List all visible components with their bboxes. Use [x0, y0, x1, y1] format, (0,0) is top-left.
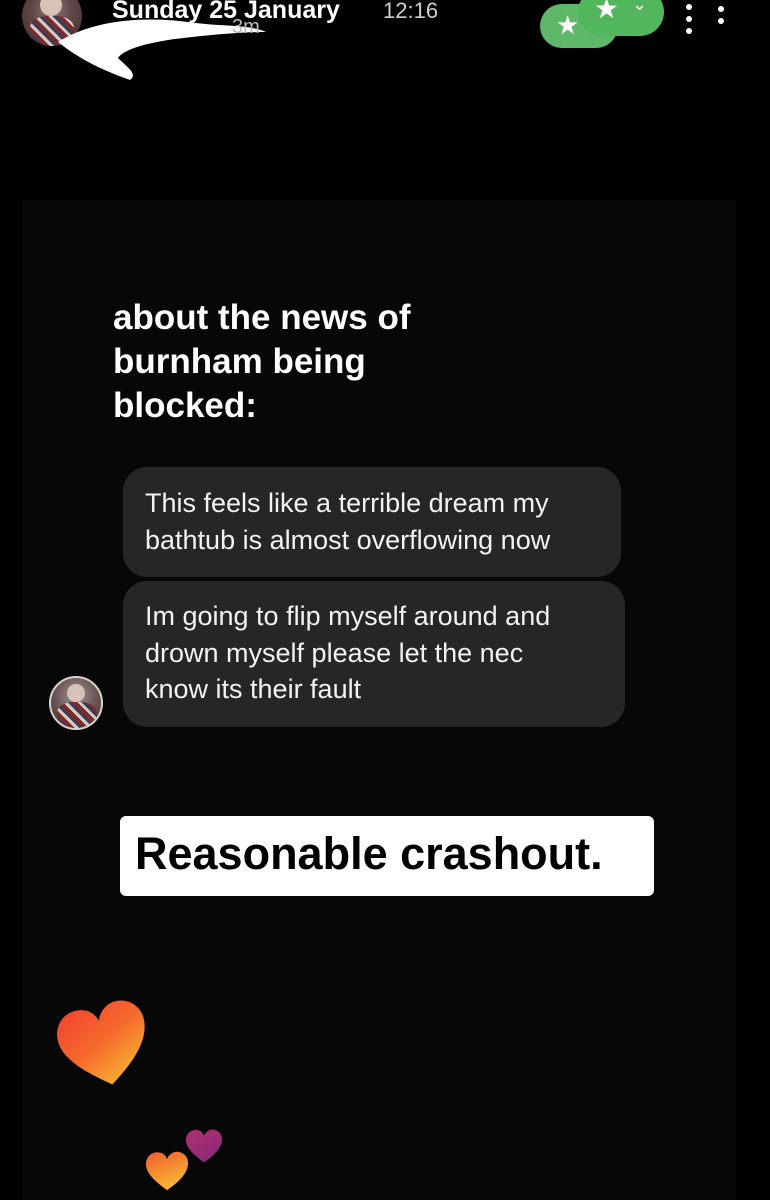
- headline-line: blocked:: [113, 386, 257, 425]
- avatar-face: [67, 684, 85, 702]
- avatar-shirt: [57, 702, 97, 728]
- message-bubble: This feels like a terrible dream my bath…: [123, 467, 621, 577]
- story-date: Sunday 25 January: [112, 0, 340, 24]
- story-age: 3m: [232, 16, 260, 38]
- headline-line: about the news of: [113, 298, 411, 337]
- chevron-down-icon: ⌄: [632, 0, 648, 14]
- star-icon: ★: [556, 10, 580, 40]
- top-bar: Sunday 25 January 3m 12:16 ★ ★ ⌄: [0, 0, 770, 81]
- heart-reaction-icon: [57, 1000, 145, 1085]
- message-line: Im going to flip myself around and: [145, 601, 551, 631]
- message-line: This feels like a terrible dream my: [145, 488, 549, 518]
- story-headline: about the news of burnham being blocked:: [113, 296, 411, 428]
- more-options-icon[interactable]: [686, 4, 692, 40]
- heart-reaction-icon: [185, 1129, 223, 1163]
- more-options-icon-secondary[interactable]: [718, 6, 724, 30]
- star-icon: ★: [594, 0, 620, 24]
- message-line: bathtub is almost overflowing now: [145, 524, 551, 555]
- headline-line: burnham being: [113, 342, 366, 381]
- caption-text: Reasonable crashout.: [135, 828, 603, 879]
- story-time: 12:16: [383, 0, 439, 23]
- message-line: know its their fault: [145, 674, 362, 704]
- close-friends-dropdown[interactable]: [578, 0, 664, 36]
- heart-reaction-icon: [145, 1151, 189, 1191]
- message-bubble: Im going to flip myself around and drown…: [123, 581, 625, 727]
- message-line: drown myself please let the nec: [145, 637, 524, 668]
- sender-avatar: [49, 676, 103, 730]
